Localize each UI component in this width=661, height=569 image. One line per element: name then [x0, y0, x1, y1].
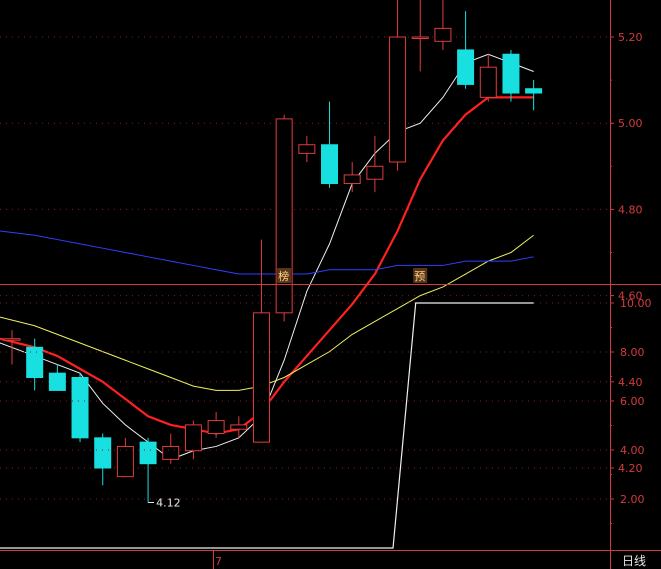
candle-body-up — [389, 36, 407, 163]
candle — [411, 0, 429, 72]
candle-body-down — [71, 376, 89, 439]
candle — [389, 0, 407, 171]
candle — [116, 437, 134, 478]
low-label: 4.12 — [156, 496, 181, 509]
candle — [252, 239, 270, 443]
y-tick-label: 10.00 — [620, 297, 652, 310]
main-price-pane: 5.205.004.804.604.404.205.354.12榜预 — [0, 0, 643, 509]
period-label: 日线 — [622, 554, 646, 568]
candle — [275, 114, 293, 322]
candle-body-up — [343, 174, 361, 185]
candle-body-down — [502, 53, 520, 94]
candle-body-up — [275, 118, 293, 314]
y-tick-label: 6.00 — [620, 395, 645, 408]
candle-body-down — [26, 346, 44, 378]
candle — [525, 80, 543, 111]
candle-body-up — [184, 424, 202, 452]
candle — [434, 0, 452, 50]
candle — [321, 101, 339, 188]
candle — [207, 411, 225, 438]
candle-body-down — [321, 144, 339, 185]
candle-body-up — [116, 445, 134, 478]
candle-body-down — [94, 437, 112, 469]
candle-body-up — [479, 66, 497, 98]
candle — [162, 433, 180, 464]
candle — [366, 136, 384, 193]
candle-body-up — [434, 27, 452, 42]
candle-body-down — [139, 441, 157, 465]
candle-body-up — [162, 445, 180, 460]
candle — [184, 420, 202, 460]
candle-body-down — [48, 372, 66, 391]
candle — [139, 437, 157, 503]
candle — [3, 330, 21, 365]
y-tick-label: 8.00 — [620, 346, 645, 359]
candle-body-down — [525, 88, 543, 94]
candle — [48, 364, 66, 391]
y-tick-label: 4.40 — [618, 376, 643, 389]
candle — [502, 49, 520, 102]
y-tick-label: 4.00 — [620, 444, 645, 457]
y-tick-label: 2.00 — [620, 493, 645, 506]
y-tick-label: 5.20 — [618, 31, 643, 44]
candle-body-up — [298, 144, 316, 154]
chart-frame: 7 日线 — [0, 0, 661, 569]
y-tick-label: 4.80 — [618, 203, 643, 216]
ma60-line — [0, 230, 534, 275]
candle — [71, 373, 89, 443]
candle-body-down — [457, 49, 475, 85]
candle — [457, 11, 475, 89]
candle-body-up — [207, 420, 225, 435]
candle — [230, 416, 248, 438]
y-tick-label: 5.00 — [618, 117, 643, 130]
y-tick-label: 4.20 — [618, 462, 643, 475]
event-marker-label: 榜 — [278, 269, 289, 283]
time-marker-label: 7 — [215, 555, 222, 568]
candle — [479, 54, 497, 102]
candle-body-up — [366, 165, 384, 180]
candle — [343, 161, 361, 193]
event-marker-label: 预 — [414, 270, 425, 283]
candle — [298, 136, 316, 162]
stock-chart: 5.205.004.804.604.404.205.354.12榜预 10.00… — [0, 0, 661, 569]
candle-body-up — [3, 338, 21, 341]
candle-body-up — [411, 36, 429, 39]
candle-body-up — [230, 424, 248, 430]
candle-body-up — [252, 312, 270, 443]
candle — [94, 433, 112, 486]
